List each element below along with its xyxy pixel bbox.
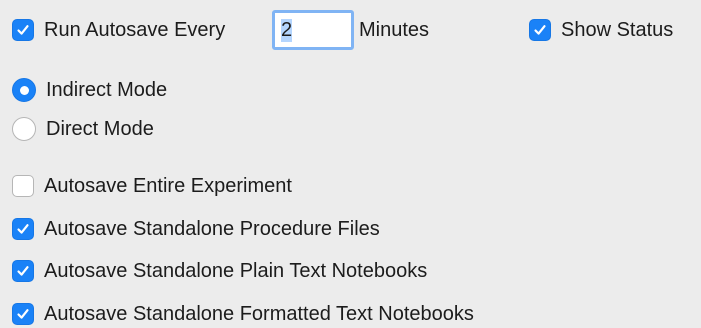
radio-indirect-mode[interactable]: Indirect Mode xyxy=(12,76,167,104)
checkmark-icon xyxy=(17,25,29,35)
minutes-value: 2 xyxy=(281,18,293,42)
autosave-plain-text-row[interactable]: Autosave Standalone Plain Text Notebooks xyxy=(12,257,427,285)
autosave-formatted-text-label: Autosave Standalone Formatted Text Noteb… xyxy=(44,302,474,325)
checkmark-icon xyxy=(17,266,29,276)
indirect-mode-label: Indirect Mode xyxy=(46,78,168,101)
show-status-label: Show Status xyxy=(561,18,674,41)
autosave-plain-text-label: Autosave Standalone Plain Text Notebooks xyxy=(44,259,428,282)
radio-direct-mode[interactable]: Direct Mode xyxy=(12,115,154,143)
autosave-formatted-text-row[interactable]: Autosave Standalone Formatted Text Noteb… xyxy=(12,300,474,328)
autosave-entire-experiment-label: Autosave Entire Experiment xyxy=(44,174,292,197)
autosave-formatted-text-checkbox[interactable] xyxy=(12,303,34,325)
run-autosave-checkbox[interactable] xyxy=(12,19,34,41)
checkmark-icon xyxy=(17,224,29,234)
checkmark-icon xyxy=(17,309,29,319)
autosave-procedure-files-label: Autosave Standalone Procedure Files xyxy=(44,217,380,240)
checkmark-icon xyxy=(534,25,546,35)
run-autosave-row[interactable]: Run Autosave Every xyxy=(12,16,225,44)
minutes-input[interactable]: 2 xyxy=(272,10,354,50)
run-autosave-label: Run Autosave Every xyxy=(44,18,226,41)
autosave-entire-experiment-checkbox[interactable] xyxy=(12,175,34,197)
show-status-row[interactable]: Show Status xyxy=(529,16,673,44)
radio-dot-icon xyxy=(19,85,29,95)
radio-button-unselected[interactable] xyxy=(12,117,36,141)
radio-button-selected[interactable] xyxy=(12,78,36,102)
minutes-label: Minutes xyxy=(359,18,430,41)
show-status-checkbox[interactable] xyxy=(529,19,551,41)
autosave-procedure-files-row[interactable]: Autosave Standalone Procedure Files xyxy=(12,215,380,243)
autosave-procedure-files-checkbox[interactable] xyxy=(12,218,34,240)
autosave-entire-experiment-row[interactable]: Autosave Entire Experiment xyxy=(12,172,292,200)
direct-mode-label: Direct Mode xyxy=(46,117,154,140)
autosave-plain-text-checkbox[interactable] xyxy=(12,260,34,282)
